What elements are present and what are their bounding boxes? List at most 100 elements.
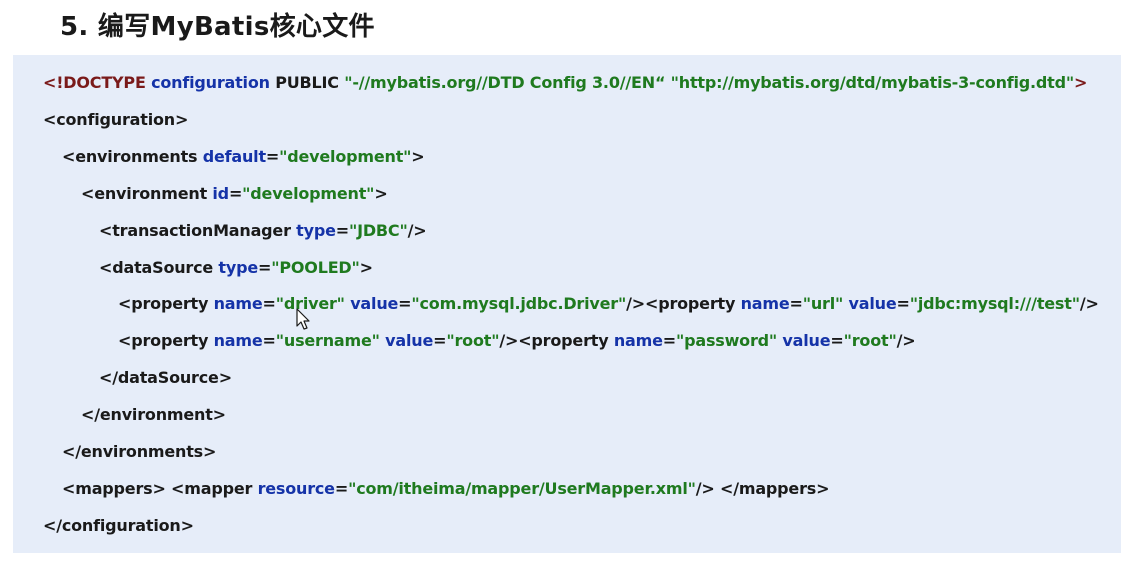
code-token-punct: = <box>433 331 447 350</box>
code-token-tag: property <box>531 331 614 350</box>
code-token-punct: = <box>335 221 349 240</box>
code-token-tag: PUBLIC <box>275 73 345 92</box>
code-token-punct: < <box>99 221 113 240</box>
code-token-tag: mapper <box>184 479 258 498</box>
code-token-punct: />< <box>499 331 532 350</box>
code-token-punct: = <box>262 294 276 313</box>
code-token-punct: </ <box>99 368 118 387</box>
code-token-attr: value <box>385 331 434 350</box>
code-line-environment-close: </environment> <box>81 403 226 427</box>
code-token-val: "JDBC" <box>348 221 408 240</box>
code-token-val: "root" <box>843 331 897 350</box>
code-token-punct: < <box>62 147 76 166</box>
code-line-environments-open: <environments default="development"> <box>62 145 425 169</box>
code-token-punct: < <box>118 331 132 350</box>
code-token-attr: type <box>296 221 336 240</box>
code-token-attr: configuration <box>151 73 276 92</box>
code-token-punct: = <box>334 479 349 498</box>
code-token-val: "development" <box>279 147 412 166</box>
code-token-punct: /> <box>407 221 427 240</box>
code-token-punct: < <box>81 184 95 203</box>
code-token-punct: = <box>228 184 243 203</box>
code-token-punct: > < <box>152 479 185 498</box>
code-token-punct: = <box>896 294 910 313</box>
code-token-punct: = <box>789 294 803 313</box>
code-token-punct: = <box>830 331 844 350</box>
code-token-attr: name <box>213 331 263 350</box>
code-token-punct: < <box>62 479 76 498</box>
code-token-tag: mappers <box>738 479 817 498</box>
code-line-configuration-open: <configuration> <box>43 108 188 132</box>
code-token-punct: /> </ <box>695 479 739 498</box>
code-token-punct: = <box>265 147 280 166</box>
code-line-mappers: <mappers> <mapper resource="com/itheima/… <box>62 477 830 501</box>
code-token-tag: property <box>131 331 214 350</box>
code-token-tag: transactionManager <box>112 221 297 240</box>
code-token-attr: name <box>740 294 790 313</box>
code-token-punct: < <box>99 258 113 277</box>
code-token-attr: name <box>613 331 663 350</box>
code-line-property-username-password: <property name="username" value="root"/>… <box>118 329 916 353</box>
code-token-val: "password" <box>675 331 783 350</box>
code-token-tag: dataSource <box>117 368 219 387</box>
code-token-punct: />< <box>626 294 659 313</box>
code-token-attr: name <box>213 294 263 313</box>
code-token-punct: > <box>374 184 388 203</box>
code-token-punct: </ <box>81 405 100 424</box>
code-token-punct: < <box>118 294 132 313</box>
code-token-attr: type <box>218 258 259 277</box>
code-token-punct: = <box>258 258 272 277</box>
slide: 5. 编写MyBatis核心文件 <!DOCTYPE configuration… <box>0 0 1121 566</box>
code-line-datasource-open: <dataSource type="POOLED"> <box>99 256 373 280</box>
code-line-transaction-manager: <transactionManager type="JDBC"/> <box>99 219 427 243</box>
code-line-configuration-close: </configuration> <box>43 514 194 538</box>
code-token-attr: default <box>202 147 266 166</box>
code-token-val: "-//mybatis.org//DTD Config 3.0//EN“ "ht… <box>344 73 1075 92</box>
code-token-val: "POOLED" <box>271 258 360 277</box>
code-token-punct: </ <box>62 442 81 461</box>
code-token-attr: value <box>782 331 831 350</box>
code-line-doctype: <!DOCTYPE configuration PUBLIC "-//mybat… <box>43 71 1087 95</box>
code-line-datasource-close: </dataSource> <box>99 366 232 390</box>
code-token-punct: > <box>218 368 232 387</box>
code-token-tag: environments <box>75 147 203 166</box>
code-token-punct: > <box>816 479 830 498</box>
code-token-val: "development" <box>242 184 375 203</box>
page-title: 5. 编写MyBatis核心文件 <box>60 12 375 42</box>
code-line-environment-open: <environment id="development"> <box>81 182 388 206</box>
code-token-punct: < <box>43 110 57 129</box>
code-token-val: "com/itheima/mapper/UserMapper.xml" <box>348 479 696 498</box>
code-token-val: "username" <box>275 331 386 350</box>
code-token-punct: > <box>411 147 425 166</box>
code-token-tag: dataSource <box>112 258 219 277</box>
code-token-doctype: <!DOCTYPE <box>43 73 152 92</box>
code-token-tag: environments <box>80 442 203 461</box>
code-token-attr: resource <box>257 479 335 498</box>
code-token-attr: id <box>212 184 229 203</box>
code-token-val: "com.mysql.jdbc.Driver" <box>411 294 627 313</box>
code-token-val: "jdbc:mysql:///test" <box>909 294 1080 313</box>
code-token-tag: environment <box>94 184 213 203</box>
code-token-tag: mappers <box>75 479 153 498</box>
code-token-val: "url" <box>802 294 849 313</box>
code-token-attr: value <box>350 294 399 313</box>
code-token-punct: = <box>662 331 676 350</box>
code-token-punct: /> <box>896 331 916 350</box>
mouse-pointer-icon <box>296 308 310 330</box>
code-line-property-driver-url: <property name="driver" value="com.mysql… <box>118 292 1099 316</box>
code-token-punct: > <box>180 516 194 535</box>
code-token-punct: > <box>202 442 217 461</box>
code-token-punct: /> <box>1079 294 1099 313</box>
code-token-attr: value <box>848 294 897 313</box>
code-token-tag: configuration <box>56 110 175 129</box>
code-token-doctype: > <box>1074 73 1088 92</box>
code-token-tag: environment <box>99 405 213 424</box>
code-token-tag: property <box>658 294 741 313</box>
code-token-punct: </ <box>43 516 62 535</box>
code-token-tag: property <box>131 294 214 313</box>
code-block: <!DOCTYPE configuration PUBLIC "-//mybat… <box>13 55 1121 553</box>
code-token-punct: > <box>174 110 189 129</box>
code-token-tag: configuration <box>61 516 181 535</box>
code-token-punct: = <box>398 294 412 313</box>
code-token-punct: > <box>212 405 226 424</box>
